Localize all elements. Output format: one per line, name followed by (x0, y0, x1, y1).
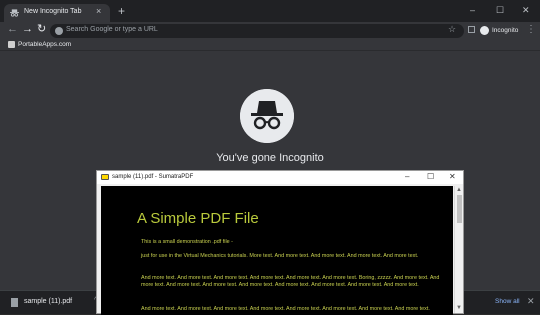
pdf-file-icon (11, 298, 18, 307)
pdf-close-button[interactable]: ✕ (449, 172, 456, 182)
pdf-scrollbar[interactable]: ▲ ▼ (454, 186, 463, 313)
incognito-label: Incognito (492, 27, 519, 34)
pdf-paragraph: And more text. And more text. And more t… (141, 306, 430, 312)
portableapps-icon (8, 41, 15, 48)
reload-icon[interactable]: ↻ (37, 24, 46, 35)
pdf-minimize-button[interactable]: – (405, 172, 409, 182)
incognito-avatar-icon (480, 26, 489, 35)
new-tab-button[interactable]: + (118, 5, 125, 17)
tab-strip: New Incognito Tab × + – ☐ ✕ (0, 0, 540, 22)
sumatrapdf-icon (101, 174, 109, 180)
minimize-button[interactable]: – (470, 5, 475, 15)
tab-close-icon[interactable]: × (96, 6, 101, 16)
close-button[interactable]: ✕ (522, 5, 530, 16)
maximize-button[interactable]: ☐ (496, 5, 504, 16)
download-bar-close-icon[interactable]: ✕ (527, 296, 535, 307)
tab-title: New Incognito Tab (24, 8, 82, 15)
incognito-headline: You've gone Incognito (216, 152, 324, 164)
back-icon[interactable]: ← (7, 24, 18, 35)
tab-new-incognito[interactable]: New Incognito Tab × (4, 4, 110, 22)
bookmarks-bar: PortableApps.com (0, 39, 540, 51)
pdf-window-title: sample (11).pdf - SumatraPDF (112, 174, 194, 180)
sumatrapdf-window: sample (11).pdf - SumatraPDF – ☐ ✕ A Sim… (96, 170, 464, 315)
pdf-paragraph: And more text. And more text. And more t… (141, 275, 440, 289)
pdf-titlebar[interactable]: sample (11).pdf - SumatraPDF – ☐ ✕ (97, 171, 463, 184)
incognito-tab-icon (10, 9, 19, 17)
address-input[interactable]: Search Google or type a URL (66, 26, 158, 33)
scroll-down-icon[interactable]: ▼ (456, 305, 462, 311)
pdf-paragraph: just for use in the Virtual Mechanics tu… (141, 253, 419, 259)
pdf-paragraph: This is a small demonstration .pdf file … (141, 239, 233, 245)
incognito-profile-button[interactable]: Incognito (478, 24, 522, 37)
toolbar: ← → ↻ Search Google or type a URL ☆ (0, 22, 540, 39)
pdf-heading: A Simple PDF File (137, 210, 259, 227)
show-all-link[interactable]: Show all (495, 298, 520, 305)
bookmark-star-icon[interactable]: ☆ (448, 24, 456, 35)
pdf-maximize-button[interactable]: ☐ (427, 172, 434, 182)
scroll-thumb[interactable] (457, 195, 462, 223)
menu-icon[interactable]: ⋮ (526, 24, 536, 35)
scroll-up-icon[interactable]: ▲ (456, 187, 462, 193)
incognito-logo-icon (240, 89, 294, 143)
google-icon (55, 27, 63, 35)
address-bar[interactable]: Search Google or type a URL (50, 24, 464, 38)
pdf-page-view[interactable]: A Simple PDF File This is a small demons… (101, 186, 453, 315)
bookmark-portableapps[interactable]: PortableApps.com (18, 41, 71, 48)
download-item[interactable]: sample (11).pdf (24, 298, 72, 305)
side-panel-icon[interactable] (468, 26, 475, 33)
forward-icon[interactable]: → (22, 24, 33, 35)
